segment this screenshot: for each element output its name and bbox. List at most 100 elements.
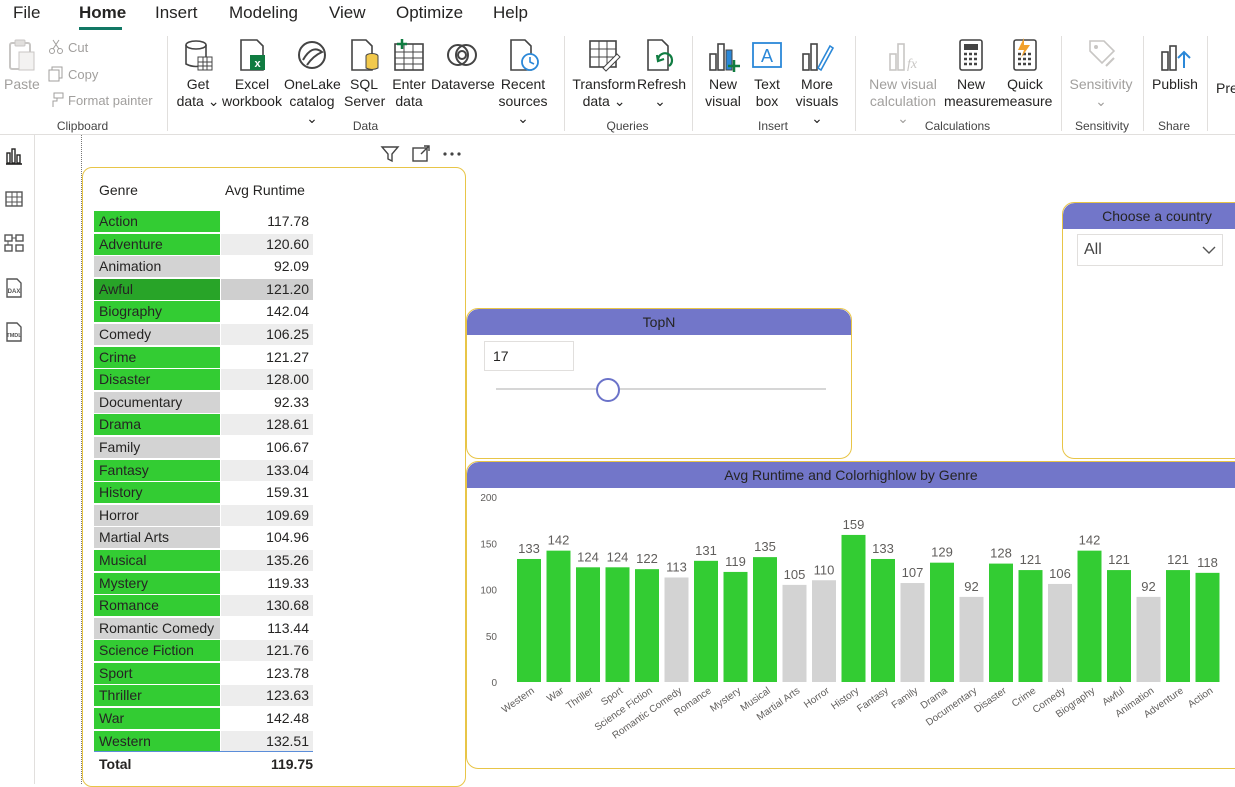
table-row[interactable]: Family 106.67 <box>94 436 314 459</box>
bar[interactable] <box>664 577 689 682</box>
table-row[interactable]: Mystery 119.33 <box>94 572 314 595</box>
table-row[interactable]: Action 117.78 <box>94 210 314 233</box>
text-box-button[interactable]: A Text box <box>748 38 786 110</box>
table-row[interactable]: Romance 130.68 <box>94 594 314 617</box>
table-row[interactable]: Awful 121.20 <box>94 278 314 301</box>
table-row[interactable]: War 142.48 <box>94 707 314 730</box>
bar[interactable] <box>959 596 984 682</box>
new-visual-calculation-button[interactable]: fx New visual calculation ⌄ <box>864 38 942 127</box>
sensitivity-button[interactable]: Sensitivity ⌄ <box>1068 38 1134 110</box>
genre-table-visual[interactable]: Genre Avg Runtime Action 117.78 Adventure 1… <box>82 167 466 787</box>
bar[interactable] <box>812 580 836 682</box>
genre-cell: Awful <box>94 278 220 300</box>
bar[interactable] <box>723 571 748 682</box>
excel-workbook-button[interactable]: x Excel workbook <box>221 38 283 110</box>
table-row[interactable]: Comedy 106.25 <box>94 323 314 346</box>
table-row[interactable]: History 159.31 <box>94 481 314 504</box>
refresh-button[interactable]: Refresh ⌄ <box>637 38 686 110</box>
table-row[interactable]: Animation 92.09 <box>94 255 314 278</box>
table-row[interactable]: Fantasy 133.04 <box>94 459 314 482</box>
topn-slider-handle[interactable] <box>596 378 621 402</box>
table-row[interactable]: Thriller 123.63 <box>94 684 314 707</box>
bar[interactable] <box>900 583 925 682</box>
bar[interactable] <box>694 560 718 682</box>
paste-button[interactable]: Paste <box>4 38 40 93</box>
bar[interactable] <box>753 557 777 682</box>
menu-home[interactable]: Home <box>79 3 126 23</box>
avg-runtime-cell: 109.69 <box>221 504 313 526</box>
bar[interactable] <box>1136 596 1161 682</box>
report-view-icon[interactable] <box>3 145 25 167</box>
format-painter-button[interactable]: Format painter <box>48 92 153 108</box>
focus-mode-icon[interactable] <box>411 144 431 164</box>
bar[interactable] <box>930 562 954 682</box>
transform-data-button[interactable]: Transform data ⌄ <box>572 38 636 110</box>
table-row[interactable]: Musical 135.26 <box>94 549 314 572</box>
bar[interactable] <box>635 569 659 682</box>
new-visual-button[interactable]: New visual <box>702 38 744 110</box>
filter-icon[interactable] <box>380 144 400 164</box>
recent-sources-button[interactable]: Recent sources ⌄ <box>494 38 552 127</box>
menu-bar: File Home Insert Modeling View Optimize … <box>0 0 1235 30</box>
bar[interactable] <box>782 584 807 682</box>
menu-optimize[interactable]: Optimize <box>396 3 463 23</box>
enter-data-button[interactable]: Enter data <box>388 38 430 110</box>
table-row[interactable]: Sport 123.78 <box>94 662 314 685</box>
bar[interactable] <box>1018 570 1043 682</box>
bar[interactable] <box>546 550 571 682</box>
table-row[interactable]: Romantic Comedy 113.44 <box>94 617 314 640</box>
bar[interactable] <box>1195 572 1220 682</box>
dax-query-view-icon[interactable]: DAX <box>3 277 25 299</box>
menu-insert[interactable]: Insert <box>155 3 198 23</box>
get-data-button[interactable]: Get data ⌄ <box>176 38 220 110</box>
model-view-icon[interactable] <box>3 232 25 254</box>
menu-view[interactable]: View <box>329 3 366 23</box>
bar[interactable] <box>1107 570 1131 682</box>
table-row[interactable]: Disaster 128.00 <box>94 368 314 391</box>
more-visuals-button[interactable]: More visuals ⌄ <box>790 38 844 127</box>
new-measure-button[interactable]: New measure <box>944 38 998 110</box>
topn-value-input[interactable]: 17 <box>484 341 574 371</box>
bar[interactable] <box>841 534 866 682</box>
table-row[interactable]: Biography 142.04 <box>94 300 314 323</box>
menu-modeling[interactable]: Modeling <box>229 3 298 23</box>
sql-server-icon <box>351 39 379 71</box>
avg-runtime-cell: 121.76 <box>221 640 313 662</box>
column-header-genre[interactable]: Genre <box>99 182 138 198</box>
topn-slider-track[interactable] <box>496 388 826 390</box>
bar[interactable] <box>871 558 895 682</box>
more-options-icon[interactable] <box>441 144 463 164</box>
column-header-avg-runtime[interactable]: Avg Runtime <box>225 182 305 198</box>
country-slicer: Choose a country All <box>1062 202 1235 459</box>
table-row[interactable]: Science Fiction 121.76 <box>94 639 314 662</box>
table-row[interactable]: Martial Arts 104.96 <box>94 526 314 549</box>
bar[interactable] <box>1048 583 1072 682</box>
table-row[interactable]: Documentary 92.33 <box>94 391 314 414</box>
copy-button[interactable]: Copy <box>48 66 98 82</box>
tmdl-view-icon[interactable]: TMDL <box>3 321 25 343</box>
dataverse-button[interactable]: Dataverse <box>431 38 495 93</box>
table-row[interactable]: Horror 109.69 <box>94 504 314 527</box>
onelake-catalog-button[interactable]: OneLake catalog ⌄ <box>284 38 341 127</box>
table-view-icon[interactable] <box>3 188 25 210</box>
overflow-button[interactable]: Pre <box>1216 80 1235 97</box>
quick-measure-button[interactable]: Quick measure <box>998 38 1052 110</box>
bar[interactable] <box>517 558 541 682</box>
bar[interactable] <box>1077 550 1102 682</box>
bar[interactable] <box>1166 570 1190 682</box>
avg-runtime-cell: 159.31 <box>221 482 313 504</box>
menu-help[interactable]: Help <box>493 3 528 23</box>
cut-button[interactable]: Cut <box>48 39 88 55</box>
table-row[interactable]: Drama 128.61 <box>94 413 314 436</box>
table-row[interactable]: Western 132.51 <box>94 730 314 753</box>
avg-runtime-bar-chart[interactable]: Avg Runtime and Colorhighlow by Genre 0 5… <box>466 461 1235 769</box>
menu-file[interactable]: File <box>13 3 40 23</box>
bar[interactable] <box>605 567 630 682</box>
bar[interactable] <box>989 563 1013 682</box>
table-row[interactable]: Adventure 120.60 <box>94 233 314 256</box>
sql-server-button[interactable]: SQL Server <box>344 38 385 110</box>
table-row[interactable]: Crime 121.27 <box>94 346 314 369</box>
bar[interactable] <box>576 567 600 682</box>
country-dropdown[interactable]: All <box>1077 234 1223 266</box>
publish-button[interactable]: Publish <box>1150 38 1200 93</box>
